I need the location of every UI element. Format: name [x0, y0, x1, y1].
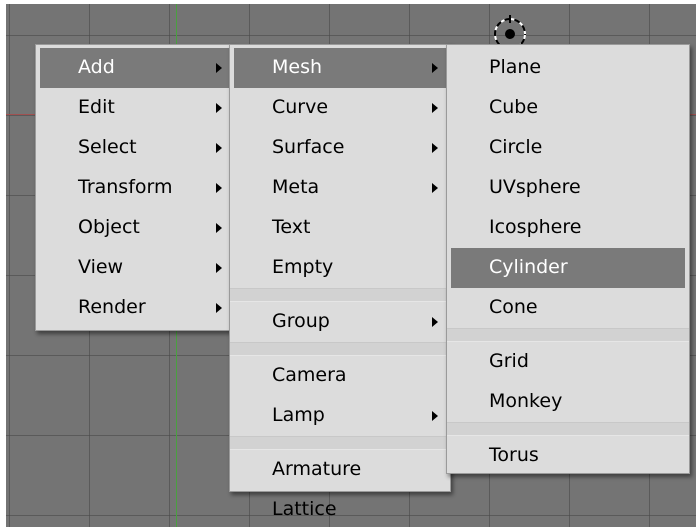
- submenu-arrow-icon: [432, 317, 438, 327]
- menu-item-label: Icosphere: [489, 216, 582, 238]
- menu-item-label: Select: [78, 136, 137, 158]
- mesh-menu-item-cube[interactable]: Cube: [451, 88, 685, 128]
- mesh-menu-item-cone[interactable]: Cone: [451, 288, 685, 328]
- menu-item-label: Text: [272, 216, 311, 238]
- menu-item-label: Armature: [272, 458, 362, 480]
- submenu-arrow-icon: [216, 183, 222, 193]
- menu-item-label: UVsphere: [489, 176, 581, 198]
- submenu-arrow-icon: [432, 143, 438, 153]
- add-menu-item-meta[interactable]: Meta: [234, 168, 446, 208]
- mesh-menu-separator: [447, 328, 689, 342]
- toolbox-main-menu: Add Edit Select Transform Object View Render: [35, 44, 235, 331]
- submenu-arrow-icon: [432, 63, 438, 73]
- mesh-menu-item-plane[interactable]: Plane: [451, 48, 685, 88]
- add-menu-item-empty[interactable]: Empty: [234, 248, 446, 288]
- main-menu-item-object[interactable]: Object: [40, 208, 230, 248]
- menu-item-label: Render: [78, 296, 146, 318]
- submenu-arrow-icon: [216, 63, 222, 73]
- submenu-arrow-icon: [432, 103, 438, 113]
- submenu-arrow-icon: [432, 183, 438, 193]
- add-menu-item-armature[interactable]: Armature: [234, 450, 446, 490]
- menu-item-label: Lattice: [272, 498, 337, 520]
- mesh-menu-separator: [447, 422, 689, 436]
- main-menu-item-transform[interactable]: Transform: [40, 168, 230, 208]
- add-menu-item-group[interactable]: Group: [234, 302, 446, 342]
- main-menu-item-render[interactable]: Render: [40, 288, 230, 328]
- menu-item-label: Edit: [78, 96, 115, 118]
- add-menu-separator: [230, 436, 450, 450]
- menu-item-label: Meta: [272, 176, 320, 198]
- add-menu-separator: [230, 288, 450, 302]
- menu-item-label: Surface: [272, 136, 345, 158]
- mesh-menu-item-icosphere[interactable]: Icosphere: [451, 208, 685, 248]
- menu-item-label: Plane: [489, 56, 542, 78]
- menu-item-label: Monkey: [489, 390, 563, 412]
- submenu-arrow-icon: [216, 303, 222, 313]
- menu-item-label: Camera: [272, 364, 347, 386]
- submenu-arrow-icon: [432, 411, 438, 421]
- menu-item-label: Object: [78, 216, 140, 238]
- main-menu-item-view[interactable]: View: [40, 248, 230, 288]
- add-submenu: Mesh Curve Surface Meta Text Empty Group Camera…: [229, 44, 451, 520]
- add-menu-item-surface[interactable]: Surface: [234, 128, 446, 168]
- menu-item-label: Torus: [489, 444, 539, 466]
- menu-item-label: Cube: [489, 96, 539, 118]
- mesh-menu-item-cylinder[interactable]: Cylinder: [451, 248, 685, 288]
- menu-item-label: Add: [78, 56, 115, 78]
- blender-window: Add Edit Select Transform Object View Render M…: [0, 0, 696, 531]
- menu-item-label: Circle: [489, 136, 543, 158]
- submenu-arrow-icon: [216, 263, 222, 273]
- menu-item-label: Lamp: [272, 404, 325, 426]
- add-menu-item-lattice[interactable]: Lattice: [234, 490, 446, 530]
- add-menu-item-camera[interactable]: Camera: [234, 356, 446, 396]
- add-menu-item-text[interactable]: Text: [234, 208, 446, 248]
- mesh-submenu: Plane Cube Circle UVsphere Icosphere Cylinder…: [446, 44, 690, 474]
- menu-item-label: Cylinder: [489, 256, 568, 278]
- mesh-menu-item-circle[interactable]: Circle: [451, 128, 685, 168]
- submenu-arrow-icon: [216, 143, 222, 153]
- mesh-menu-item-uvsphere[interactable]: UVsphere: [451, 168, 685, 208]
- add-menu-item-lamp[interactable]: Lamp: [234, 396, 446, 436]
- menu-item-label: View: [78, 256, 124, 278]
- add-menu-item-mesh[interactable]: Mesh: [234, 48, 446, 88]
- add-menu-separator: [230, 342, 450, 356]
- menu-item-label: Mesh: [272, 56, 323, 78]
- mesh-menu-item-monkey[interactable]: Monkey: [451, 382, 685, 422]
- main-menu-item-add[interactable]: Add: [40, 48, 230, 88]
- main-menu-item-edit[interactable]: Edit: [40, 88, 230, 128]
- mesh-menu-item-grid[interactable]: Grid: [451, 342, 685, 382]
- mesh-menu-item-torus[interactable]: Torus: [451, 436, 685, 476]
- menu-item-label: Transform: [78, 176, 173, 198]
- menu-item-label: Cone: [489, 296, 538, 318]
- submenu-arrow-icon: [216, 103, 222, 113]
- add-menu-item-curve[interactable]: Curve: [234, 88, 446, 128]
- menu-item-label: Grid: [489, 350, 529, 372]
- main-menu-item-select[interactable]: Select: [40, 128, 230, 168]
- submenu-arrow-icon: [216, 223, 222, 233]
- menu-item-label: Group: [272, 310, 330, 332]
- menu-item-label: Empty: [272, 256, 334, 278]
- menu-item-label: Curve: [272, 96, 329, 118]
